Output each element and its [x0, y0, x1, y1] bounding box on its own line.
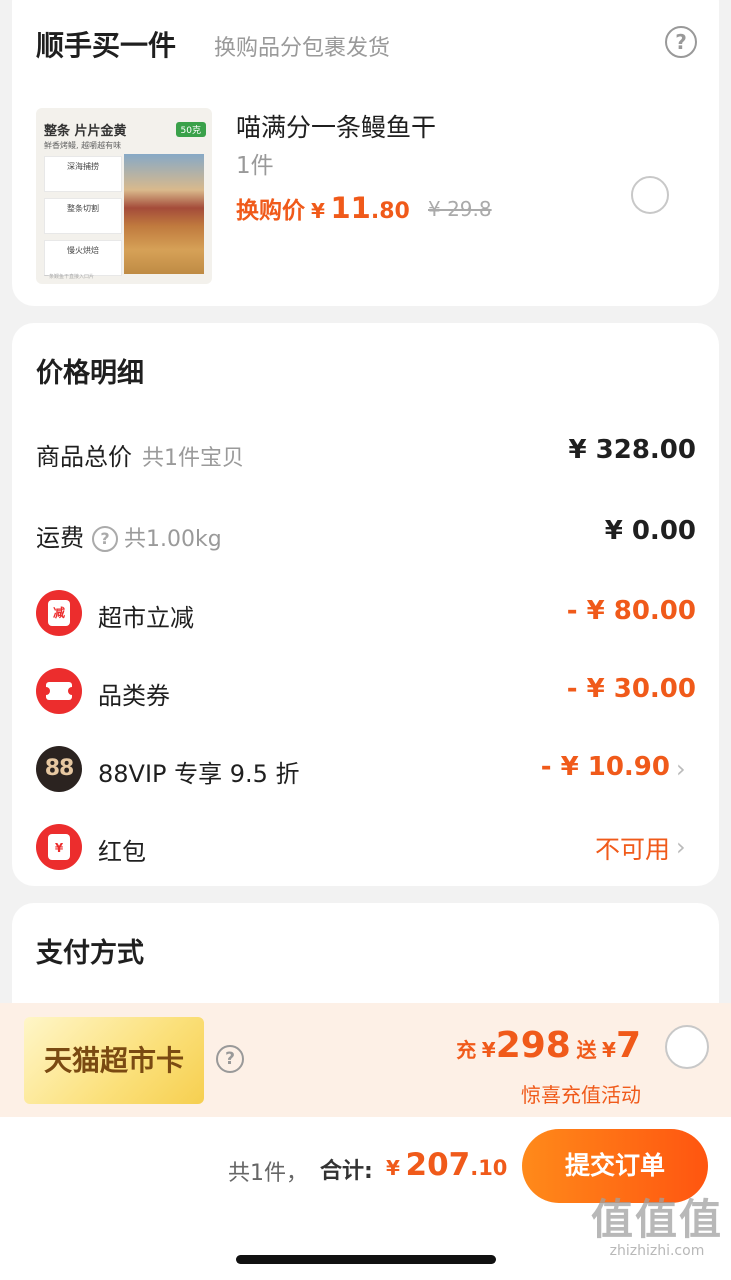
- coupon-icon-glyph: [42, 682, 76, 700]
- shipping-label: 运费? 共1.00kg: [36, 518, 222, 553]
- payment-title: 支付方式: [36, 938, 144, 969]
- red-packet-label: 红包: [98, 838, 146, 866]
- supermarket-discount-value: - ¥ 80.00: [566, 596, 696, 626]
- help-icon[interactable]: ?: [665, 26, 697, 58]
- thumb-photo: [124, 154, 204, 274]
- red-packet-value: 不可用: [594, 835, 670, 864]
- product-quantity: 1件: [236, 153, 274, 179]
- row-88vip[interactable]: 88 88VIP 专享 9.5 折 - ¥ 10.90 ›: [36, 746, 696, 792]
- row-goods-total: 商品总价 共1件宝贝 ¥ 328.00: [36, 429, 696, 473]
- row-shipping: 运费? 共1.00kg ¥ 0.00: [36, 510, 696, 554]
- recharge-amount: 298: [495, 1025, 571, 1066]
- gift-currency: ¥: [602, 1038, 616, 1062]
- price-currency: ¥: [311, 199, 325, 223]
- thumb-feature-3: 慢火烘焙: [44, 240, 122, 276]
- thumb-weight-tag: 50克: [175, 122, 206, 137]
- product-thumbnail[interactable]: 整条 片片金黄 50克 鲜香烤鳗, 越嚼越有味 深海捕捞 整条切割 慢火烘焙 一…: [36, 108, 212, 284]
- price-detail-card: 价格明细 商品总价 共1件宝贝 ¥ 328.00 运费? 共1.00kg ¥ 0.0…: [12, 323, 719, 886]
- red-packet-icon: ¥: [36, 824, 82, 870]
- category-coupon-value: - ¥ 30.00: [566, 674, 696, 704]
- vip88-value: - ¥ 10.90: [540, 752, 670, 782]
- recharge-offer: 充 ¥298 送 ¥7: [456, 1025, 641, 1066]
- thumb-headline: 整条 片片金黄: [44, 124, 127, 139]
- product-name[interactable]: 喵满分一条鳗鱼干: [236, 108, 436, 144]
- price-integer: 11: [330, 191, 371, 225]
- thumb-feature-2: 整条切割: [44, 198, 122, 234]
- recharge-gift: 7: [615, 1025, 641, 1066]
- row-supermarket-discount: 减 超市立减 - ¥ 80.00: [36, 590, 696, 636]
- coupon-icon: [36, 668, 82, 714]
- total-label: 合计:: [320, 1159, 373, 1184]
- goods-total-text: 商品总价: [36, 443, 132, 471]
- recharge-note: 惊喜充值活动: [521, 1083, 641, 1107]
- total-amount: ¥ 207.10: [386, 1147, 507, 1183]
- category-coupon-label: 品类券: [98, 682, 170, 710]
- recharge-prefix: 充: [456, 1038, 477, 1062]
- recharge-banner[interactable]: 天猫超市卡 ? 充 ¥298 送 ¥7 惊喜充值活动: [0, 1003, 731, 1117]
- red-packet-icon-glyph: ¥: [48, 834, 70, 860]
- watermark-logo: 值值值 zhizhizhi.com: [590, 1195, 723, 1260]
- vip88-icon: 88: [36, 746, 82, 792]
- original-price: ¥ 29.8: [428, 197, 492, 221]
- recharge-help-icon[interactable]: ?: [216, 1045, 244, 1073]
- total-integer: 207: [405, 1147, 471, 1183]
- recharge-gift-word: 送: [576, 1038, 597, 1062]
- price-decimal: .80: [370, 199, 410, 224]
- discount-icon-glyph: 减: [48, 600, 70, 626]
- total-currency: ¥: [386, 1156, 400, 1180]
- chevron-right-icon: ›: [676, 755, 686, 783]
- addon-select-radio[interactable]: [631, 176, 669, 214]
- chevron-right-icon: ›: [676, 833, 686, 861]
- shipping-weight: 共1.00kg: [124, 527, 222, 552]
- goods-count: 共1件宝贝: [142, 446, 244, 471]
- price-detail-title: 价格明细: [36, 358, 144, 389]
- watermark-url: zhizhizhi.com: [609, 1243, 705, 1259]
- row-category-coupon: 品类券 - ¥ 30.00: [36, 668, 696, 714]
- shipping-help-icon[interactable]: ?: [92, 526, 118, 552]
- thumb-footnote: 一条鳗鱼干直接入口片: [44, 274, 95, 280]
- price-label: 换购价: [236, 198, 305, 224]
- discount-icon: 减: [36, 590, 82, 636]
- submit-order-button[interactable]: 提交订单: [522, 1129, 708, 1203]
- vip88-label: 88VIP 专享 9.5 折: [98, 760, 300, 788]
- goods-total-label: 商品总价 共1件宝贝: [36, 437, 244, 472]
- product-price: 换购价 ¥ 11.80: [236, 191, 410, 225]
- addon-card: 顺手买一件 换购品分包裹发货 ? 整条 片片金黄 50克 鲜香烤鳗, 越嚼越有味…: [12, 0, 719, 306]
- thumb-subline: 鲜香烤鳗, 越嚼越有味: [44, 141, 122, 150]
- tmall-supermarket-card[interactable]: 天猫超市卡: [24, 1017, 204, 1104]
- thumb-feature-1: 深海捕捞: [44, 156, 122, 192]
- addon-title: 顺手买一件: [36, 29, 177, 62]
- item-count: 共1件，: [228, 1161, 308, 1186]
- recharge-currency: ¥: [481, 1038, 496, 1062]
- home-indicator[interactable]: [236, 1255, 496, 1264]
- shipping-value: ¥ 0.00: [604, 516, 696, 546]
- shipping-text: 运费: [36, 524, 84, 552]
- checkout-bar: 共1件， 合计: ¥ 207.10 提交订单 值值值 zhizhizhi.com: [0, 1117, 731, 1280]
- row-red-packet[interactable]: ¥ 红包 不可用 ›: [36, 824, 696, 870]
- supermarket-discount-label: 超市立减: [98, 604, 194, 632]
- total-decimal: .10: [470, 1156, 508, 1180]
- goods-total-value: ¥ 328.00: [568, 435, 696, 465]
- recharge-select-radio[interactable]: [665, 1025, 709, 1069]
- addon-subtitle: 换购品分包裹发货: [214, 36, 391, 61]
- watermark-text: 值值值: [590, 1195, 723, 1244]
